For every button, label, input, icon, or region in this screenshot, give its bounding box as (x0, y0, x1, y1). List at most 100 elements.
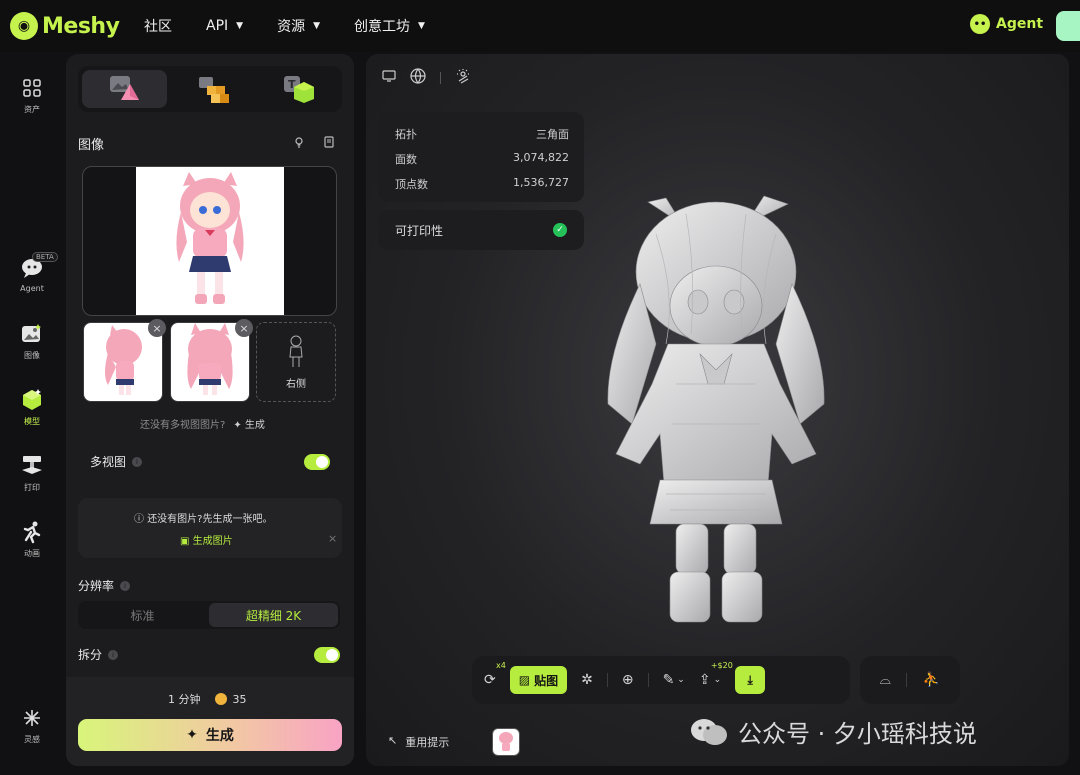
watermark: 公众号 · 夕小瑶科技说 (690, 714, 977, 749)
lightbulb-icon[interactable] (292, 135, 306, 149)
viewer-tools (382, 68, 471, 88)
export-dropdown[interactable]: +$20 ⇪ ⌄ (699, 661, 733, 688)
printability-label: 可打印性 (395, 223, 444, 238)
rail-print[interactable]: 打印 (0, 454, 64, 493)
monitor-icon[interactable] (382, 70, 396, 86)
rail-agent[interactable]: BETA Agent (0, 252, 64, 293)
sparkle-icon (20, 706, 44, 730)
resolution-ultra-2k[interactable]: 超精细 2K (209, 603, 338, 627)
stat-value: 三角面 (536, 128, 569, 141)
sparkle-icon: ✦ (233, 420, 242, 431)
divider (606, 673, 608, 687)
info-icon[interactable]: i (120, 580, 131, 591)
resolution-label: 分辨率 (78, 579, 115, 593)
stat-label: 顶点数 (395, 178, 428, 191)
resolution-standard[interactable]: 标准 (78, 601, 207, 629)
info-icon[interactable]: i (108, 649, 119, 660)
notebook-icon[interactable] (322, 135, 336, 149)
nav-resources[interactable]: 资源 ▼ (277, 16, 320, 36)
viewer-toolbar: x4 ⟳ ▨ 贴图 ✲ ⊕ ✎ ⌄ +$20 ⇪ ⌄ ⤓ (472, 656, 850, 704)
watermark-text: 公众号 · 夕小瑶科技说 (738, 720, 977, 748)
rail-inspiration[interactable]: 灵感 (0, 706, 64, 745)
nav-workshop[interactable]: 创意工坊 ▼ (354, 16, 425, 36)
transform-button[interactable]: ⊕ (622, 672, 634, 688)
light-rig-icon[interactable] (455, 68, 471, 88)
agent-button[interactable]: •• Agent (970, 14, 1043, 34)
nav-community[interactable]: 社区 (144, 16, 172, 36)
running-icon[interactable]: ⛹ (923, 672, 940, 688)
chevron-down-icon: ⌄ (713, 675, 722, 685)
stat-value: 3,074,822 (513, 151, 569, 164)
meshy-logo[interactable]: ◉ Meshy (10, 12, 130, 40)
remesh-button[interactable]: x4 ⟳ (484, 661, 506, 688)
generate-multiview-label: 生成 (244, 420, 265, 431)
rail-print-label: 打印 (24, 483, 40, 492)
download-button[interactable]: ⤓ (735, 666, 766, 694)
reuse-prompt-button[interactable]: ↖ 重用提示 (388, 734, 449, 750)
stat-row-topology: 拓扑 三角面 (395, 126, 569, 142)
source-image-thumbnail[interactable] (492, 728, 520, 756)
rail-animation[interactable]: 动画 (0, 520, 64, 559)
globe-icon[interactable] (410, 68, 426, 88)
texture-button[interactable]: ▨ 贴图 (509, 666, 568, 694)
main-nav: 社区 API ▼ 资源 ▼ 创意工坊 ▼ (144, 16, 425, 36)
refresh-icon: ⟳ (484, 672, 496, 688)
coin-icon (214, 692, 227, 705)
generation-panel: T 图像 × × 右侧 还没有多视图图片? ✦ 生成 多视图 i ⓘ 还没有图片… (66, 54, 354, 766)
nav-resources-label: 资源 (277, 19, 306, 35)
remove-left-view-button[interactable]: × (148, 319, 166, 337)
stat-value: 1,536,727 (513, 176, 569, 189)
style-dropdown[interactable]: ✎ ⌄ (663, 672, 685, 688)
left-view-thumbnail[interactable]: × (83, 319, 166, 402)
account-button[interactable] (1056, 11, 1080, 41)
model-cube-icon (20, 388, 44, 412)
nav-workshop-label: 创意工坊 (354, 19, 410, 35)
right-view-label: 右侧 (286, 378, 306, 390)
split-toggle[interactable] (314, 646, 340, 663)
top-bar: ◉ Meshy 社区 API ▼ 资源 ▼ 创意工坊 ▼ •• Agent (0, 0, 1080, 52)
remesh-badge: x4 (496, 661, 506, 670)
generate-button-label: 生成 (205, 728, 234, 744)
mode-tabs: T (78, 66, 342, 112)
rail-image-label: 图像 (24, 351, 40, 360)
printer-icon (20, 454, 44, 478)
front-image-upload[interactable] (82, 166, 337, 316)
running-icon (20, 520, 44, 544)
rig-button[interactable]: ✲ (581, 672, 593, 688)
stat-label: 面数 (395, 153, 417, 166)
rail-model-label: 模型 (24, 417, 40, 426)
rail-model[interactable]: 模型 (0, 388, 64, 427)
brush-icon: ✎ (662, 672, 675, 688)
figure-outline-icon (289, 335, 303, 367)
time-estimate: 1 分钟 (168, 693, 201, 706)
image-to-3d-icon (109, 76, 139, 100)
tab-image-to-3d[interactable] (82, 70, 168, 108)
multiview-toggle[interactable] (304, 453, 330, 470)
split-label: 拆分 (78, 648, 103, 662)
divider (440, 72, 441, 84)
tab-text-to-3d[interactable]: T (257, 66, 342, 112)
back-view-thumbnail[interactable]: × (170, 319, 253, 402)
tab-batch[interactable] (171, 66, 256, 112)
credit-cost: 35 (214, 692, 247, 706)
image-icon: ▣ (180, 536, 190, 547)
rail-image[interactable]: 图像 (0, 322, 64, 361)
remove-back-view-button[interactable]: × (235, 319, 253, 337)
print-stand-icon[interactable]: ⌓ (880, 672, 891, 688)
right-view-upload[interactable]: 右侧 (256, 322, 336, 402)
close-icon[interactable]: × (328, 532, 337, 545)
image-section-title: 图像 (78, 138, 105, 153)
nav-api[interactable]: API ▼ (206, 18, 243, 34)
left-rail: 资产 BETA Agent 图像 模型 打印 动画 灵感 (0, 52, 64, 775)
chevron-down-icon: ⌄ (677, 675, 685, 685)
generate-multiview-link[interactable]: ✦ 生成 (233, 416, 265, 431)
rail-assets[interactable]: 资产 (0, 76, 64, 115)
info-icon[interactable]: i (132, 456, 143, 467)
multiview-row: 多视图 i (90, 453, 330, 470)
generate-image-link[interactable]: ▣ 生成图片 (180, 532, 233, 547)
resolution-title: 分辨率 i (78, 577, 131, 594)
agent-icon: •• (970, 14, 990, 34)
no-image-prompt-box: ⓘ 还没有图片?先生成一张吧。 ▣ 生成图片 × (78, 498, 342, 558)
model-viewer[interactable]: 拓扑 三角面 面数 3,074,822 顶点数 1,536,727 可打印性 ✓ (366, 54, 1069, 766)
generate-button[interactable]: ✦ 生成 (78, 719, 342, 751)
